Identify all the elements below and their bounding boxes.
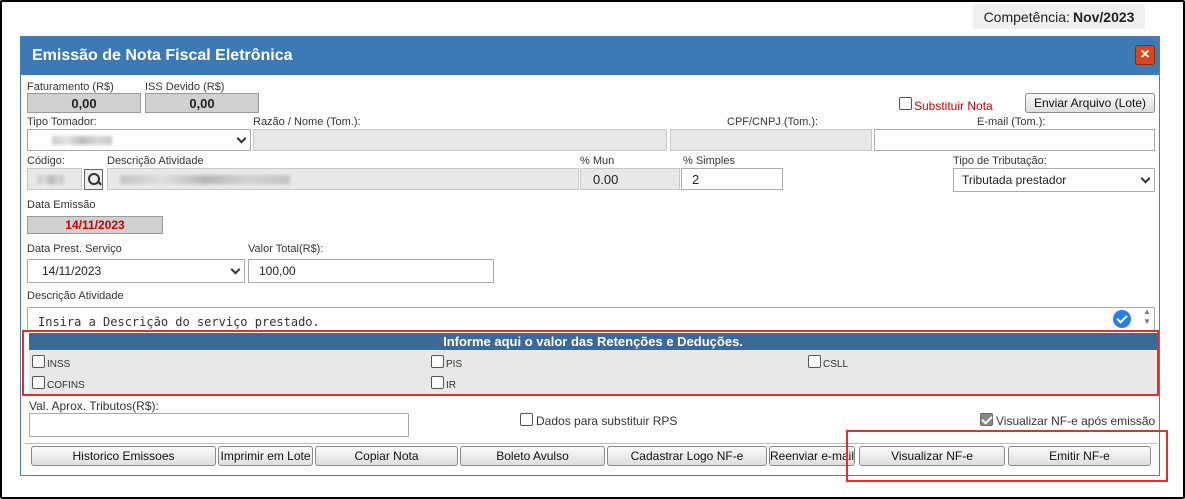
email-label: E-mail (Tom.):: [977, 116, 1046, 128]
inss-label: INSS: [47, 359, 71, 370]
spellcheck-icon[interactable]: [1113, 310, 1131, 328]
competencia-label: Competência:: [983, 8, 1070, 25]
data-prest-label: Data Prest. Serviço: [27, 243, 122, 255]
val-aprox-field[interactable]: [29, 413, 409, 437]
mun-field[interactable]: 0.00: [580, 168, 680, 190]
chevron-down-icon: [230, 264, 241, 275]
imprimir-lote-button[interactable]: Imprimir em Lote: [218, 446, 313, 466]
cpf-cnpj-field[interactable]: [670, 129, 872, 151]
descricao-atividade-textarea[interactable]: Insira a Descrição do serviço prestado.: [27, 307, 1155, 332]
tipo-tomador-label: Tipo Tomador:: [27, 116, 97, 128]
valor-total-label: Valor Total(R$):: [248, 243, 324, 255]
divider: [25, 443, 1157, 444]
reenviar-email-button[interactable]: Reenviar e-mail: [769, 446, 855, 466]
val-aprox-label: Val. Aprox. Tributos(R$):: [29, 399, 159, 413]
redacted-value: [38, 174, 64, 184]
codigo-label: Código:: [27, 155, 65, 167]
faturamento-label: Faturamento (R$): [27, 81, 114, 93]
dialog-title: Emissão de Nota Fiscal Eletrônica: [32, 47, 293, 64]
cpf-cnpj-label: CPF/CNPJ (Tom.):: [727, 116, 819, 128]
cofins-label: COFINS: [47, 380, 85, 391]
valor-total-field[interactable]: 100,00: [248, 259, 494, 283]
nfe-dialog: Emissão de Nota Fiscal Eletrônica × Fatu…: [20, 36, 1160, 476]
textarea-scroll-arrows[interactable]: ▲ ▼: [1139, 307, 1155, 332]
ir-checkbox[interactable]: [431, 376, 444, 389]
chevron-down-icon: [1140, 173, 1151, 184]
visualizar-apos-label: Visualizar NF-e após emissão: [996, 414, 1156, 428]
visualizar-apos-checkbox[interactable]: [980, 413, 993, 426]
competencia-value: Nov/2023: [1072, 8, 1135, 25]
csll-label: CSLL: [823, 359, 849, 370]
search-icon[interactable]: [84, 169, 103, 190]
ir-label: IR: [446, 380, 456, 391]
faturamento-field: 0,00: [27, 93, 141, 113]
close-icon: ×: [1140, 46, 1150, 63]
simples-label: % Simples: [683, 155, 735, 167]
inss-checkbox[interactable]: [32, 355, 45, 368]
tipo-tributacao-value: Tributada prestador: [962, 173, 1067, 187]
csll-checkbox[interactable]: [808, 355, 821, 368]
competencia-indicator: Competência: Nov/2023: [973, 4, 1145, 29]
mun-label: % Mun: [580, 155, 615, 167]
iss-devido-label: ISS Devido (R$): [145, 81, 225, 93]
descricao-atividade-label: Descrição Atividade: [27, 290, 124, 302]
razao-nome-label: Razão / Nome (Tom.):: [253, 116, 361, 128]
pis-label: PIS: [446, 359, 463, 370]
cadastrar-logo-button[interactable]: Cadastrar Logo NF-e: [607, 446, 767, 466]
visualizar-nfe-button[interactable]: Visualizar NF-e: [859, 446, 1005, 466]
descricao-atividade-top-field[interactable]: [107, 168, 579, 190]
boleto-avulso-button[interactable]: Boleto Avulso: [460, 446, 605, 466]
redacted-value: [52, 135, 112, 145]
descricao-atividade-top-label: Descrição Atividade: [107, 155, 204, 167]
tipo-tomador-select[interactable]: [27, 129, 251, 151]
tipo-tributacao-select[interactable]: Tributada prestador: [953, 168, 1155, 192]
chevron-down-icon: [236, 133, 247, 144]
iss-devido-field: 0,00: [145, 93, 259, 113]
codigo-field[interactable]: [27, 168, 82, 190]
tipo-tributacao-label: Tipo de Tributação:: [953, 155, 1047, 167]
retencoes-panel: [29, 350, 1157, 394]
razao-nome-field[interactable]: [253, 129, 667, 151]
dados-substituir-label: Dados para substituir RPS: [536, 414, 678, 428]
data-emissao-label: Data Emissão: [27, 199, 96, 211]
data-emissao-field: 14/11/2023: [27, 216, 163, 234]
substituir-nota-checkbox[interactable]: [899, 97, 912, 110]
emitir-nfe-button[interactable]: Emitir NF-e: [1008, 446, 1151, 466]
substituir-nota-label: Substituir Nota: [914, 99, 993, 113]
cofins-checkbox[interactable]: [32, 376, 45, 389]
retencoes-header: Informe aqui o valor das Retenções e Ded…: [29, 333, 1157, 350]
dados-substituir-checkbox[interactable]: [520, 413, 533, 426]
data-prest-value: 14/11/2023: [42, 264, 102, 278]
enviar-arquivo-button[interactable]: Enviar Arquivo (Lote): [1025, 93, 1155, 113]
copiar-nota-button[interactable]: Copiar Nota: [315, 446, 458, 466]
historico-button[interactable]: Historico Emissoes: [31, 446, 216, 466]
simples-field[interactable]: 2: [681, 168, 783, 190]
dialog-titlebar: Emissão de Nota Fiscal Eletrônica ×: [21, 37, 1159, 75]
redacted-value: [120, 174, 290, 184]
close-button[interactable]: ×: [1135, 45, 1155, 65]
pis-checkbox[interactable]: [431, 355, 444, 368]
email-field[interactable]: [874, 129, 1155, 151]
data-prest-select[interactable]: 14/11/2023: [27, 259, 245, 283]
